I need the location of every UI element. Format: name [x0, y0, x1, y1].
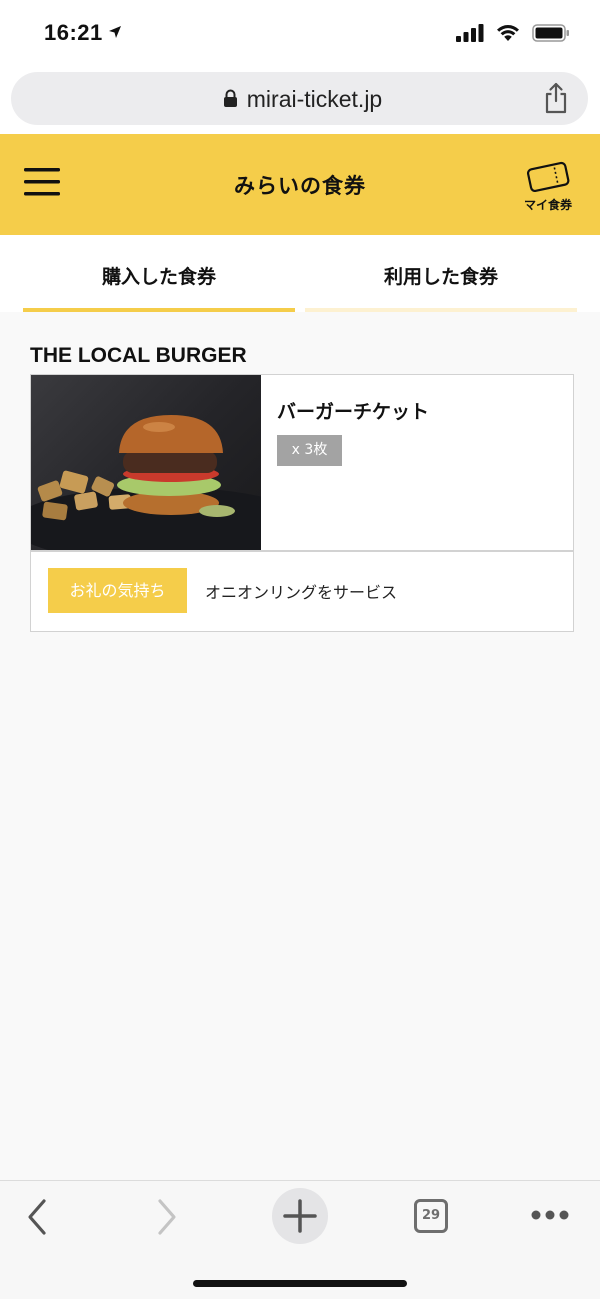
back-arrow-icon[interactable] [24, 1197, 50, 1237]
shop-name: THE LOCAL BURGER [30, 344, 247, 367]
site-header: みらいの食券 マイ食券 [0, 134, 600, 235]
home-indicator [193, 1280, 407, 1287]
tab-purchased-tickets[interactable]: 購入した食券 [23, 235, 295, 312]
signal-icon [456, 24, 484, 42]
wifi-icon [497, 25, 519, 41]
gift-description: オニオンリングをサービス [205, 583, 398, 602]
status-bar: 16:21 [0, 0, 600, 66]
brand-logo[interactable]: みらいの食券 [0, 170, 600, 200]
location-arrow-icon [109, 26, 121, 38]
battery-icon [532, 24, 569, 42]
url-text: mirai-ticket.jp [246, 86, 383, 112]
status-icons [456, 22, 570, 44]
my-ticket-label: マイ食券 [523, 198, 572, 212]
plus-icon [283, 1199, 317, 1233]
burger-photo [31, 375, 261, 550]
page: 16:21 mirai-ticket.jp みらいの食券 マイ食券 購入した食券… [0, 0, 600, 1299]
new-tab-button[interactable] [272, 1188, 328, 1244]
forward-arrow-icon[interactable] [154, 1197, 180, 1237]
more-dots-icon[interactable] [530, 1209, 570, 1221]
address-bar[interactable]: mirai-ticket.jp [11, 72, 588, 125]
share-icon[interactable] [543, 82, 569, 114]
browser-address-area: mirai-ticket.jp [0, 66, 600, 134]
ticket-card[interactable]: バーガーチケット x 3枚 お礼の気持ち オニオンリングをサービス [30, 374, 574, 632]
tab-used-tickets[interactable]: 利用した食券 [305, 235, 577, 312]
ticket-title: バーガーチケット [277, 401, 430, 423]
card-divider [31, 550, 573, 552]
main-content: THE LOCAL BURGER バーガーチケット x 3枚 お礼の気持ち オニ… [0, 312, 600, 1180]
status-time: 16:21 [44, 20, 103, 45]
tab-switcher-button[interactable]: 29 [414, 1199, 448, 1233]
ticket-icon [526, 161, 570, 193]
my-ticket-button[interactable]: マイ食券 [518, 160, 578, 213]
quantity-badge: x 3枚 [277, 435, 342, 466]
gift-badge: お礼の気持ち [48, 568, 187, 613]
ticket-tabs: 購入した食券 利用した食券 [0, 235, 600, 312]
browser-toolbar: 29 [0, 1180, 600, 1299]
